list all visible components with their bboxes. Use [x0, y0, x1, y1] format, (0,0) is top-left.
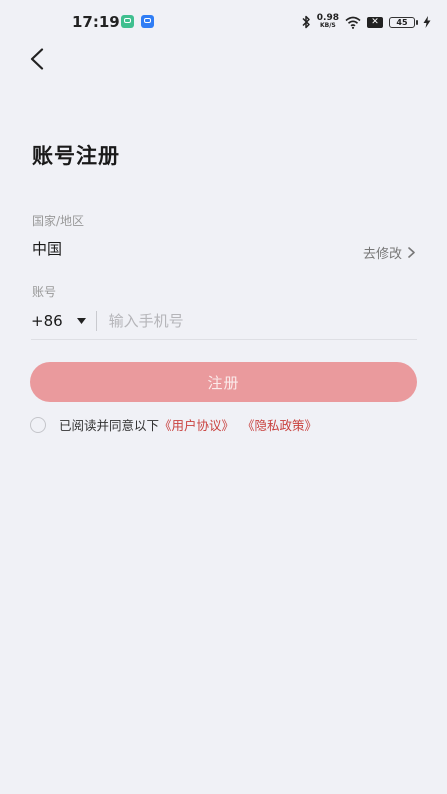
sim-icon: ✕ [367, 16, 383, 28]
chat-app-icon [141, 15, 154, 28]
change-region-button[interactable]: 去修改 [363, 243, 415, 262]
chevron-left-icon [30, 48, 44, 70]
phone-field-row: +86 [31, 303, 417, 340]
phone-input[interactable] [108, 306, 417, 336]
message-app-icon [121, 15, 134, 28]
agreement-row: 已阅读并同意以下 《用户协议》 《隐私政策》 [30, 415, 317, 434]
status-bar: 17:19 0.98 KB/S ✕ 45 [0, 0, 447, 44]
agreement-prefix: 已阅读并同意以下 [59, 418, 160, 433]
battery-level: 45 [396, 17, 408, 27]
network-speed-unit: KB/S [320, 22, 336, 29]
change-region-label: 去修改 [362, 247, 402, 262]
user-agreement-link[interactable]: 《用户协议》 [159, 415, 234, 434]
charging-bolt-icon [423, 16, 431, 28]
status-indicators: 0.98 KB/S ✕ 45 [301, 12, 431, 32]
register-button[interactable]: 注册 [30, 362, 417, 402]
network-speed: 0.98 KB/S [317, 14, 339, 30]
privacy-policy-link[interactable]: 《隐私政策》 [242, 415, 317, 434]
agree-checkbox[interactable] [30, 416, 46, 433]
network-speed-value: 0.98 [316, 13, 339, 23]
country-code-selector[interactable]: +86 [31, 312, 96, 330]
wifi-icon [345, 16, 361, 29]
region-label: 国家/地区 [32, 214, 85, 228]
bluetooth-icon [302, 15, 310, 29]
caret-down-icon [76, 318, 86, 324]
field-divider [95, 311, 97, 331]
region-value: 中国 [32, 240, 63, 258]
status-time: 17:19 [72, 13, 120, 31]
page-title: 账号注册 [32, 144, 120, 168]
back-button[interactable] [22, 44, 52, 74]
account-label: 账号 [32, 285, 57, 299]
country-code-value: +86 [31, 312, 63, 330]
chevron-right-icon [408, 247, 415, 258]
battery-icon: 45 [389, 16, 418, 28]
